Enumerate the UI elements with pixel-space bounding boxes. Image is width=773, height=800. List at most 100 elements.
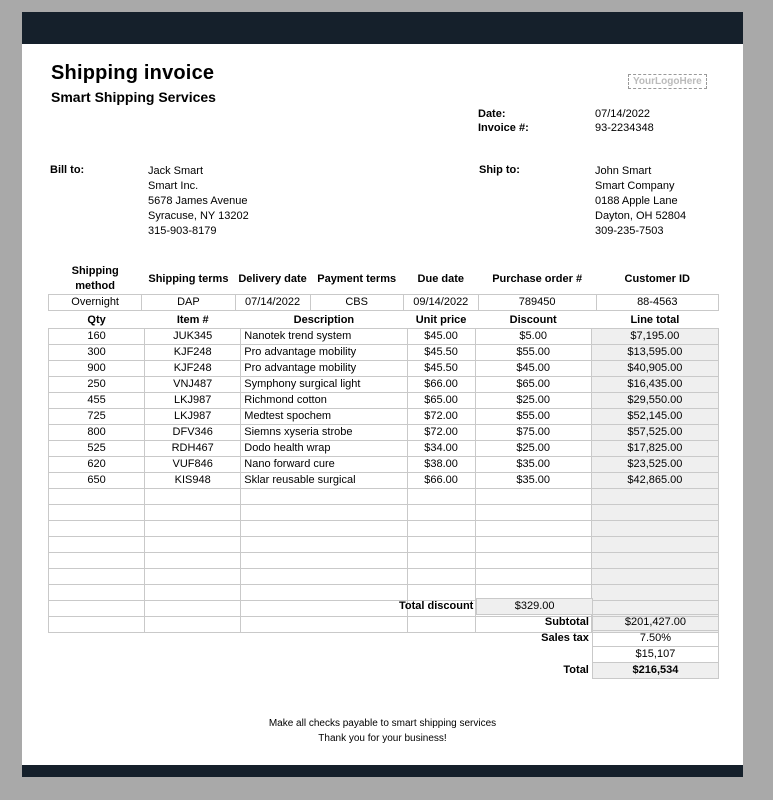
table-cell: Pro advantage mobility (240, 344, 408, 361)
empty-cell (240, 552, 408, 569)
spacer-cell (396, 631, 477, 647)
empty-cell (474, 520, 592, 537)
table-cell: Dodo health wrap (240, 440, 408, 457)
items-header: Unit price (415, 314, 467, 326)
empty-cell (406, 520, 476, 537)
empty-cell (47, 568, 146, 585)
table-cell: $7,195.00 (590, 328, 720, 345)
empty-cell (144, 536, 242, 553)
table-row: 455 LKJ987 Richmond cotton $65.00 $25.00 $29,… (47, 392, 720, 409)
empty-cell (144, 568, 242, 585)
total-discount-row: Total discount $329.00 (396, 598, 719, 615)
total-discount-label: Total discount (399, 600, 474, 612)
invoice-title: Shipping invoice (51, 62, 215, 84)
table-cell: RDH467 (144, 440, 242, 457)
bill-to-line: Jack Smart (148, 165, 204, 177)
table-row: 650 KIS948 Sklar reusable surgical $66.00 $3… (47, 472, 720, 489)
table-row: 525 RDH467 Dodo health wrap $34.00 $25.00 $17… (47, 440, 720, 457)
empty-cell (144, 616, 242, 633)
empty-cell (474, 536, 592, 553)
table-cell: VNJ487 (144, 376, 242, 393)
table-cell: $55.00 (474, 408, 592, 425)
shipment-header: Due date (417, 272, 465, 285)
bill-to-line: Smart Inc. (148, 180, 199, 192)
items-header: Qty (87, 314, 106, 326)
shipment-header: Payment terms (317, 272, 397, 285)
total-value: $216,534 (591, 662, 720, 679)
table-cell: $45.00 (406, 328, 476, 345)
table-cell: VUF846 (144, 456, 242, 473)
items-header: Item # (176, 314, 209, 326)
table-cell: 900 (47, 360, 146, 377)
shipment-value: CBS (309, 294, 404, 311)
ship-to-line: Smart Company (595, 180, 675, 192)
empty-table-row (47, 504, 720, 521)
shipment-value: Overnight (47, 294, 143, 311)
shipment-header: Purchase order # (492, 272, 583, 285)
table-cell: Pro advantage mobility (240, 360, 408, 377)
table-cell: $34.00 (406, 440, 476, 457)
table-cell: $38.00 (406, 456, 476, 473)
empty-cell (240, 600, 408, 617)
empty-table-row (47, 568, 720, 585)
empty-table-row (47, 552, 720, 569)
table-cell: KJF248 (144, 360, 242, 377)
table-cell: 160 (47, 328, 146, 345)
empty-cell (47, 536, 146, 553)
empty-cell (47, 504, 146, 521)
footer-thank-you: Thank you for your business! (318, 733, 447, 744)
empty-table-row (47, 520, 720, 537)
table-cell: Nano forward cure (240, 456, 408, 473)
table-cell: Sklar reusable surgical (240, 472, 408, 489)
table-cell: 455 (47, 392, 146, 409)
empty-cell (240, 616, 408, 633)
invoice-number-label: Invoice #: (478, 122, 529, 134)
table-cell: 620 (47, 456, 146, 473)
empty-cell (240, 568, 408, 585)
table-cell: DFV346 (144, 424, 242, 441)
table-cell: 800 (47, 424, 146, 441)
empty-cell (474, 504, 592, 521)
shipment-header: Delivery date (238, 272, 307, 285)
empty-cell (47, 616, 146, 633)
empty-cell (47, 584, 146, 601)
empty-cell (474, 488, 592, 505)
table-cell: $35.00 (474, 472, 592, 489)
table-cell: KIS948 (144, 472, 242, 489)
subtotal-value: $201,427.00 (591, 614, 720, 631)
table-row: 300 KJF248 Pro advantage mobility $45.50 $55… (47, 344, 720, 361)
table-row: 725 LKJ987 Medtest spochem $72.00 $55.00 $52,… (47, 408, 720, 425)
date-value: 07/14/2022 (595, 108, 651, 120)
spacer-cell (396, 615, 477, 631)
table-cell: Symphony surgical light (240, 376, 408, 393)
table-cell: $5.00 (474, 328, 592, 345)
table-cell: Medtest spochem (240, 408, 408, 425)
ship-to-line: Dayton, OH 52804 (595, 210, 687, 222)
bill-to-line: 5678 James Avenue (148, 195, 248, 207)
shipment-header: Shipping terms (148, 272, 229, 285)
spacer-cell (396, 663, 477, 679)
table-cell: Nanotek trend system (240, 328, 408, 345)
table-row: 620 VUF846 Nano forward cure $38.00 $35.00 $2… (47, 456, 720, 473)
table-row: 160 JUK345 Nanotek trend system $45.00 $5.00… (47, 328, 720, 345)
items-header: Line total (630, 314, 680, 326)
ship-to-address: John Smart Smart Company 0188 Apple Lane… (595, 164, 686, 239)
table-cell: $23,525.00 (590, 456, 720, 473)
empty-cell (47, 520, 146, 537)
subtotal-label: Subtotal (544, 616, 589, 629)
empty-cell (47, 488, 146, 505)
table-cell: $16,435.00 (590, 376, 720, 393)
table-cell: $72.00 (406, 408, 476, 425)
bill-to-line: 315-903-8179 (148, 225, 217, 237)
items-header-row: Qty Item # Description Unit price Discou… (49, 313, 719, 329)
table-cell: $65.00 (406, 392, 476, 409)
empty-cell (240, 536, 408, 553)
ship-to-line: John Smart (595, 165, 652, 177)
empty-cell (590, 488, 720, 505)
ship-to-line: 0188 Apple Lane (595, 195, 678, 207)
table-cell: $35.00 (474, 456, 592, 473)
empty-cell (240, 520, 408, 537)
items-header: Discount (509, 314, 557, 326)
table-cell: 725 (47, 408, 146, 425)
empty-cell (590, 536, 720, 553)
